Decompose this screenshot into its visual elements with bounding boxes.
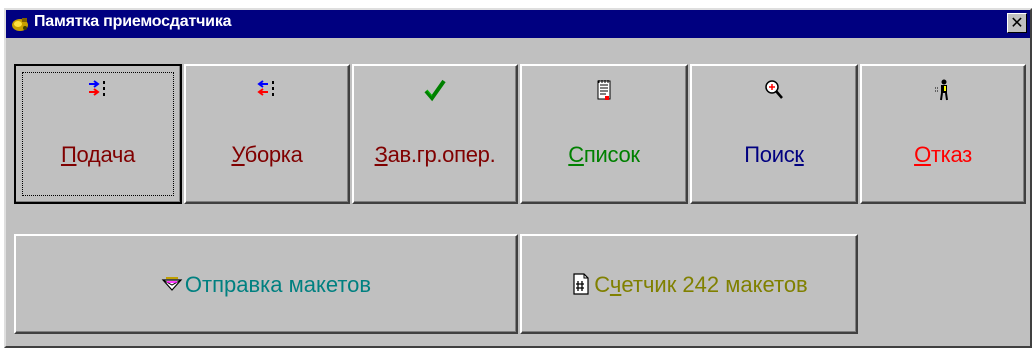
app-window: Памятка приемосдатчика ✕ Подача Уборка З… (4, 8, 1032, 348)
title-bar[interactable]: Памятка приемосдатчика ✕ (6, 10, 1030, 38)
podacha-label: Подача (60, 142, 136, 167)
arrows-in-icon (87, 78, 109, 102)
spisok-button[interactable]: Список (520, 64, 688, 204)
window-title: Памятка приемосдатчика (34, 13, 232, 30)
magnifier-icon (763, 78, 785, 102)
counter-doc-icon (570, 272, 592, 296)
zav-gr-oper-button[interactable]: Зав.гр.опер. (352, 64, 518, 204)
uborka-label: Уборка (231, 142, 303, 167)
otkaz-button[interactable]: Отказ (860, 64, 1026, 204)
poisk-label: Поиск (744, 142, 804, 167)
close-icon: ✕ (1010, 13, 1024, 32)
zav-gr-oper-label: Зав.гр.опер. (374, 142, 496, 167)
person-icon (932, 78, 954, 102)
poisk-button[interactable]: Поиск (690, 64, 858, 204)
envelope-icon (161, 272, 183, 296)
app-icon (10, 15, 30, 33)
podacha-button[interactable]: Подача (14, 64, 182, 204)
close-button[interactable]: ✕ (1007, 13, 1027, 33)
uborka-button[interactable]: Уборка (184, 64, 350, 204)
otpravka-maketov-button[interactable]: Отправка макетов (14, 234, 518, 334)
otkaz-label: Отказ (914, 142, 972, 167)
schetchik-maketov-button[interactable]: Счетчик 242 макетов (520, 234, 858, 334)
spisok-label: Список (568, 142, 640, 167)
schetchik-maketov-label: Счетчик 242 макетов (522, 272, 856, 298)
checkmark-icon (424, 78, 446, 102)
arrows-out-icon (256, 78, 278, 102)
notepad-icon (593, 78, 615, 102)
otpravka-maketov-label: Отправка макетов (16, 272, 516, 298)
